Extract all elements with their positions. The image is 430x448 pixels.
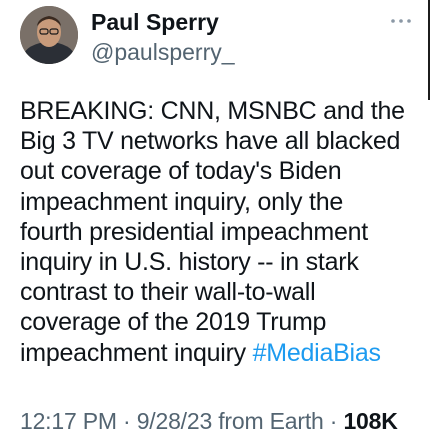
author-name[interactable]: Paul Sperry <box>91 8 219 36</box>
tweet-card: Paul Sperry @paulsperry_ BREAKING: CNN, … <box>0 0 430 448</box>
tweet-meta: 12:17 PM · 9/28/23 from Earth · 108K <box>20 407 398 435</box>
tweet-date[interactable]: 9/28/23 <box>137 408 213 434</box>
tweet-text: BREAKING: CNN, MSNBC and the Big 3 TV ne… <box>20 96 420 368</box>
more-horizontal-icon <box>391 19 411 23</box>
hashtag-link[interactable]: #MediaBias <box>253 339 381 367</box>
avatar-photo <box>20 6 78 64</box>
tweet-time[interactable]: 12:17 PM <box>20 408 117 434</box>
tweet-body: BREAKING: CNN, MSNBC and the Big 3 TV ne… <box>20 97 405 367</box>
tweet-source: from Earth <box>212 408 324 434</box>
meta-separator: · <box>116 408 137 434</box>
view-count[interactable]: 108K <box>343 408 397 434</box>
author-handle[interactable]: @paulsperry_ <box>91 38 235 66</box>
more-options-button[interactable] <box>390 12 412 26</box>
avatar[interactable] <box>20 6 78 64</box>
meta-separator: · <box>323 408 344 434</box>
